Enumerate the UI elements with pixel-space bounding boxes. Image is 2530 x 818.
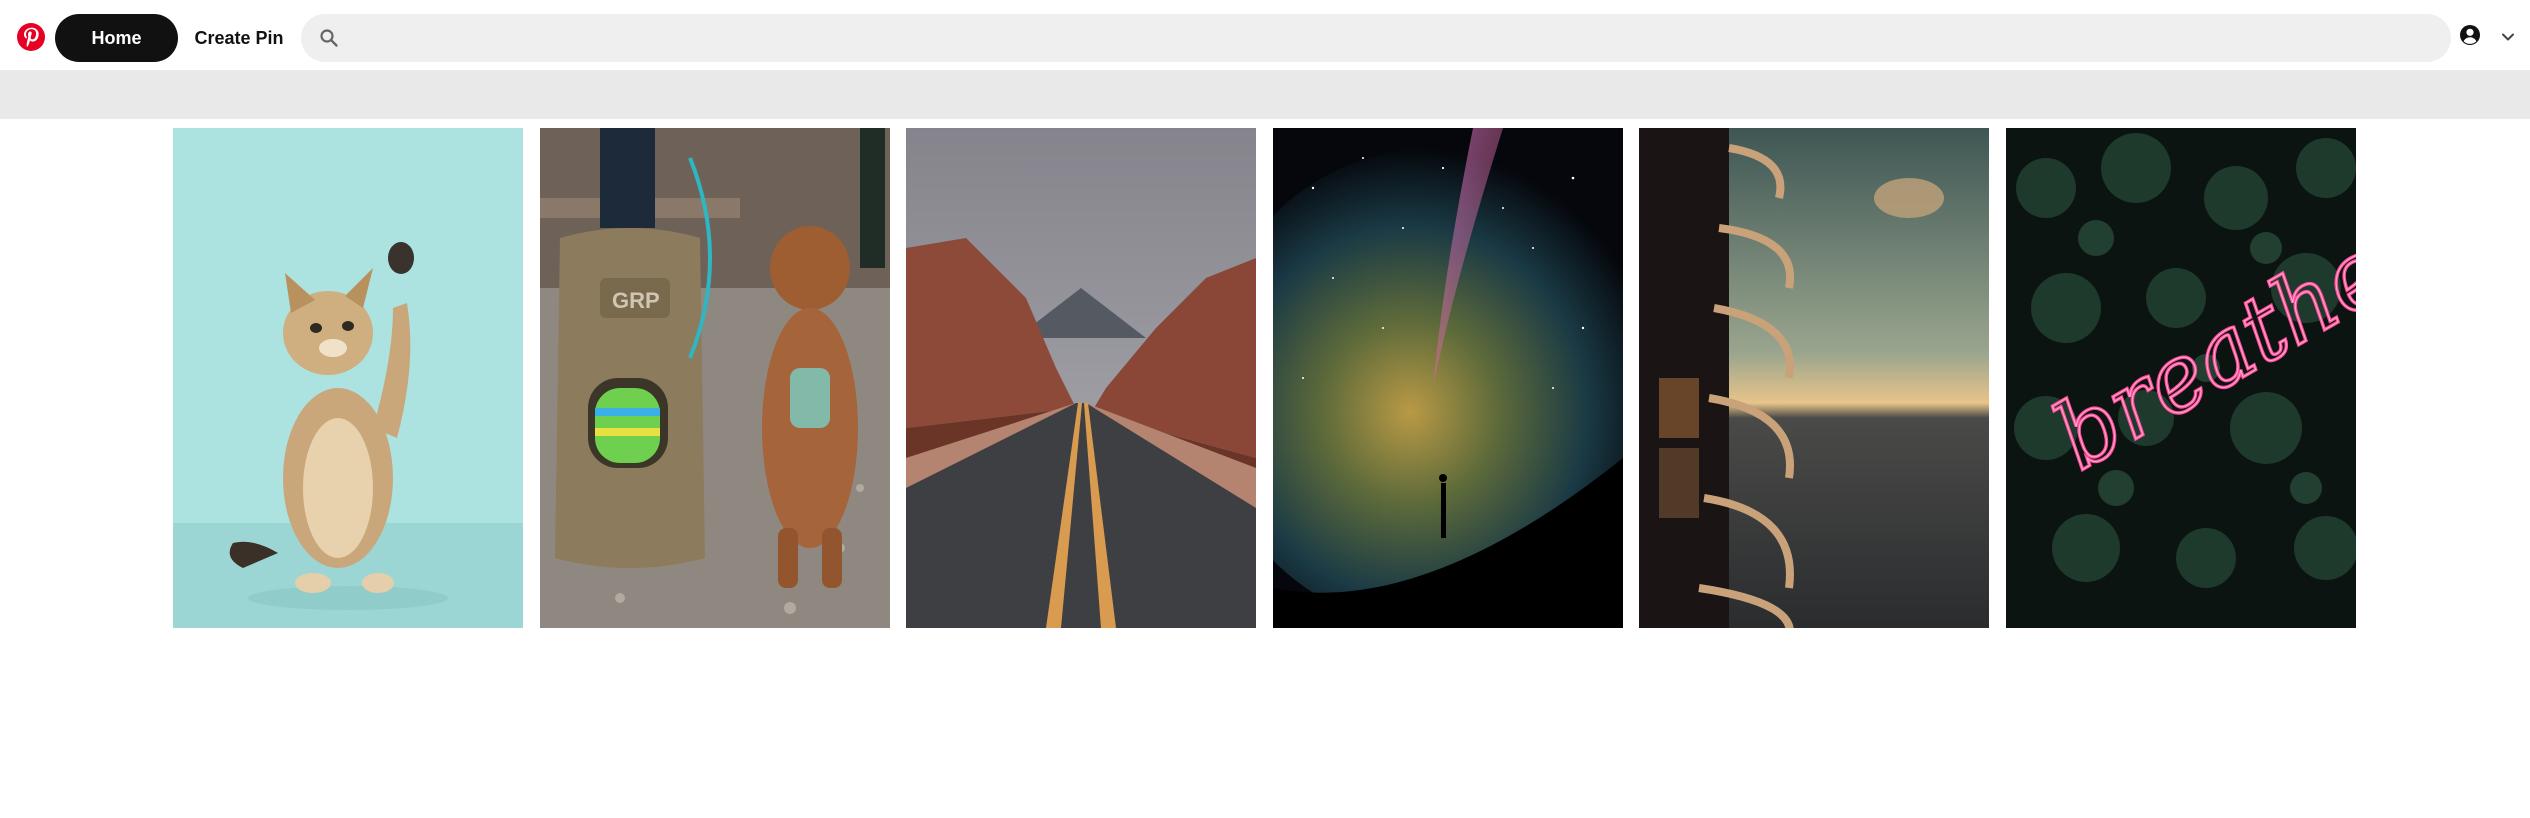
desert-road-image: [906, 128, 1256, 628]
user-circle-icon[interactable]: [2459, 24, 2481, 46]
category-bar: [0, 70, 2530, 119]
pin-milky-way[interactable]: [1272, 128, 1623, 628]
pin-dog-backpack[interactable]: GRP: [539, 128, 890, 628]
neon-breathe-image: breathe breathe: [2005, 128, 2356, 628]
pin-neon-breathe[interactable]: breathe breathe: [2005, 128, 2356, 628]
search-bar[interactable]: [301, 14, 2451, 62]
top-navigation-bar: Home Create Pin: [0, 0, 2530, 70]
pin-desert-road[interactable]: [906, 128, 1256, 628]
home-button[interactable]: Home: [55, 14, 178, 62]
pin-balcony-sunset[interactable]: [1639, 128, 1989, 628]
create-pin-button[interactable]: Create Pin: [186, 14, 292, 62]
search-input[interactable]: [351, 14, 2431, 62]
milky-way-image: [1272, 128, 1623, 628]
kitten-image: [173, 128, 523, 628]
dog-backpack-image: GRP: [539, 128, 890, 628]
svg-text:GRP: GRP: [612, 288, 660, 313]
chevron-down-icon[interactable]: [2500, 29, 2516, 45]
search-icon: [320, 29, 338, 47]
pin-kitten[interactable]: [173, 128, 523, 628]
pin-grid: GRP breathe breathe: [173, 128, 2356, 628]
balcony-sunset-image: [1639, 128, 1989, 628]
pinterest-logo-icon[interactable]: [16, 22, 46, 52]
